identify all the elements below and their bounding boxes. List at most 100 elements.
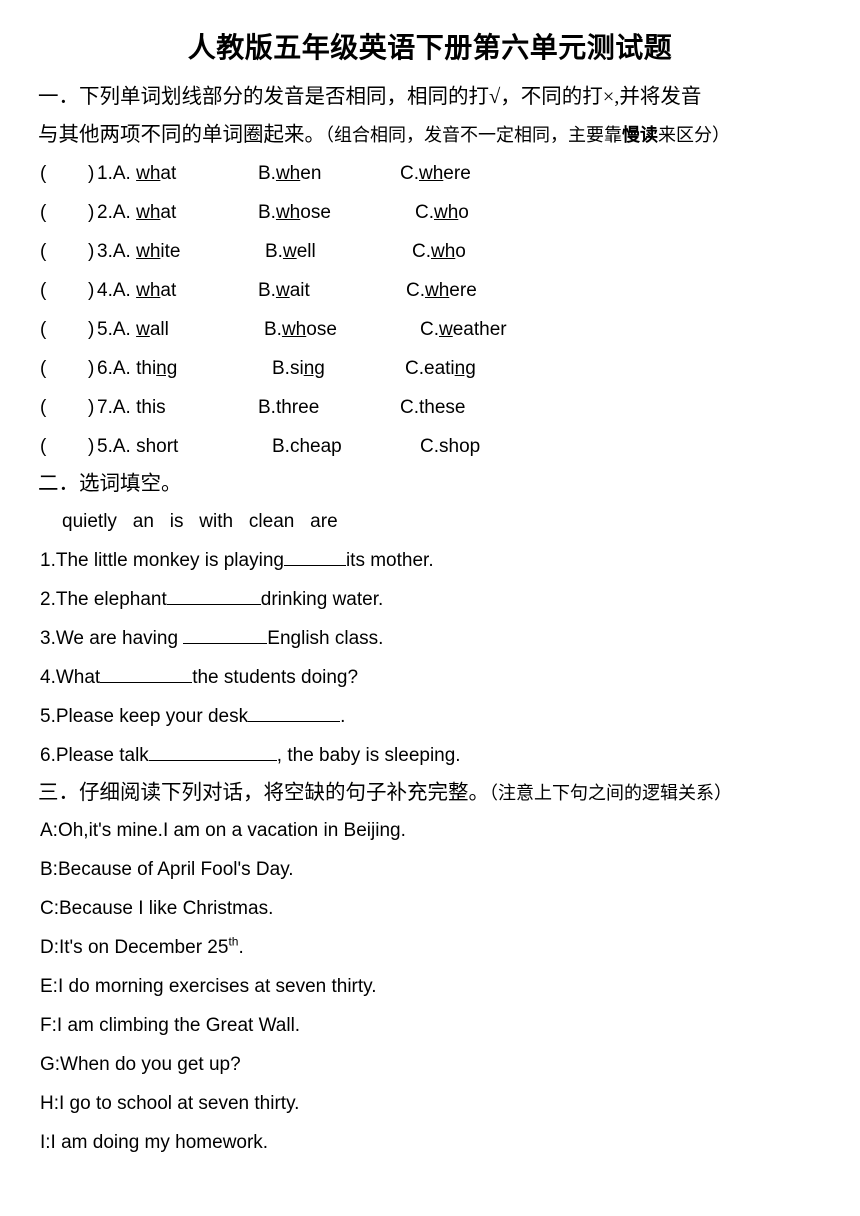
worksheet-page: 人教版五年级英语下册第六单元测试题 一．下列单词划线部分的发音是否相同，相同的打… (0, 0, 860, 1216)
phonics-question-list: () 1.A. what B.when C.where() 2.A. what B.who… (0, 154, 860, 466)
option-C[interactable]: C.shop (420, 427, 480, 466)
dialogue-text-tail: . (238, 936, 244, 958)
answer-bracket-close[interactable]: ) (88, 349, 94, 388)
option-word-tail: ere (443, 162, 471, 184)
sentence-after-blank: its mother. (345, 549, 434, 571)
fill-in-blank-row: 1.The little monkey is playing its mother… (0, 541, 860, 580)
answer-bracket-open[interactable]: ( (40, 427, 46, 466)
fill-in-blank-row: 4.What the students doing? (0, 658, 860, 697)
option-word-plain: these (419, 396, 466, 418)
option-word-underlined: wh (419, 162, 444, 184)
option-A[interactable]: 6.A. thing (97, 349, 177, 388)
answer-bracket-close[interactable]: ) (88, 310, 94, 349)
option-word-underlined: wh (136, 201, 161, 223)
option-word-tail: ose (300, 201, 331, 223)
answer-bracket-close[interactable]: ) (88, 232, 94, 271)
option-A[interactable]: 4.A. what (97, 271, 176, 310)
answer-bracket-close[interactable]: ) (88, 193, 94, 232)
option-label: B. (272, 357, 290, 379)
question-number: 3. (97, 240, 113, 262)
option-label: C. (405, 357, 424, 379)
answer-bracket-open[interactable]: ( (40, 271, 46, 310)
answer-bracket-open[interactable]: ( (40, 310, 46, 349)
fill-in-blank-row: 5.Please keep your desk. (0, 697, 860, 736)
option-C[interactable]: C.who (415, 193, 469, 232)
dialogue-line: B:Because of April Fool's Day. (0, 850, 860, 889)
option-A[interactable]: 7.A. this (97, 388, 166, 427)
option-label: A. (112, 435, 137, 457)
phonics-question-row: () 3.A. white B.well C.who (0, 232, 860, 271)
option-word-underlined: w (282, 240, 297, 262)
option-word-tail: en (300, 162, 322, 184)
answer-bracket-open[interactable]: ( (40, 154, 46, 193)
answer-bracket-open[interactable]: ( (40, 232, 46, 271)
option-C[interactable]: C.eating (405, 349, 476, 388)
option-word-tail: ere (449, 279, 477, 301)
sentence-after-blank: drinking water. (260, 588, 384, 610)
option-word-underlined: ng (454, 357, 476, 379)
phonics-question-row: () 5.A. short B.cheap C.shop (0, 427, 860, 466)
option-word-plain: eati (424, 357, 455, 379)
option-word-tail: all (149, 318, 169, 340)
option-label: A. (112, 201, 137, 223)
section-one-instruction-line2: 与其他两项不同的单词圈起来。（组合相同，发音不一定相同，主要靠慢读来区分） (38, 116, 834, 154)
answer-bracket-open[interactable]: ( (40, 388, 46, 427)
option-B[interactable]: B.three (258, 388, 319, 427)
answer-blank[interactable] (248, 705, 341, 722)
sentence-before-blank: 1.The little monkey is playing (40, 549, 284, 571)
option-C[interactable]: C.who (412, 232, 466, 271)
option-C[interactable]: C.where (400, 154, 471, 193)
option-word-plain: si (289, 357, 304, 379)
option-word-tail: at (160, 162, 177, 184)
option-A[interactable]: 5.A. wall (97, 310, 169, 349)
option-label: B. (272, 435, 290, 457)
option-B[interactable]: B.wait (258, 271, 310, 310)
option-word-underlined: w (275, 279, 290, 301)
option-A[interactable]: 2.A. what (97, 193, 176, 232)
question-number: 6. (97, 357, 113, 379)
answer-blank[interactable] (148, 744, 277, 761)
question-number: 4. (97, 279, 113, 301)
option-A[interactable]: 5.A. short (97, 427, 178, 466)
answer-bracket-close[interactable]: ) (88, 388, 94, 427)
answer-blank[interactable] (283, 549, 346, 566)
answer-bracket-close[interactable]: ) (88, 271, 94, 310)
answer-bracket-close[interactable]: ) (88, 427, 94, 466)
answer-bracket-open[interactable]: ( (40, 193, 46, 232)
dialogue-text: D:It's on December 25 (40, 936, 229, 958)
sentence-before-blank: 6.Please talk (40, 744, 149, 766)
option-C[interactable]: C.weather (420, 310, 507, 349)
option-B[interactable]: B.when (258, 154, 321, 193)
answer-blank[interactable] (166, 588, 261, 605)
option-word-underlined: wh (136, 279, 161, 301)
option-word-tail: eather (452, 318, 507, 340)
option-label: A. (112, 396, 137, 418)
phonics-question-row: () 6.A. thing B.sing C.eating (0, 349, 860, 388)
option-A[interactable]: 3.A. white (97, 232, 180, 271)
answer-bracket-open[interactable]: ( (40, 349, 46, 388)
sentence-before-blank: 3.We are having (40, 627, 184, 649)
dialogue-line: G:When do you get up? (0, 1045, 860, 1084)
answer-bracket-close[interactable]: ) (88, 154, 94, 193)
dialogue-line: H:I go to school at seven thirty. (0, 1084, 860, 1123)
option-B[interactable]: B.well (265, 232, 316, 271)
option-word-underlined: wh (136, 162, 161, 184)
option-C[interactable]: C.these (400, 388, 465, 427)
answer-blank[interactable] (183, 627, 268, 644)
sentence-after-blank: , the baby is sleeping. (276, 744, 461, 766)
dialogue-list: A:Oh,it's mine.I am on a vacation in Bei… (0, 811, 860, 1162)
option-A[interactable]: 1.A. what (97, 154, 176, 193)
option-B[interactable]: B.whose (258, 193, 331, 232)
option-word-tail: ose (306, 318, 337, 340)
answer-blank[interactable] (100, 666, 193, 683)
option-B[interactable]: B.sing (272, 349, 325, 388)
option-word-plain: this (136, 396, 166, 418)
option-label: B. (265, 240, 283, 262)
option-word-underlined: w (136, 318, 150, 340)
phonics-question-row: () 2.A. what B.whose C.who (0, 193, 860, 232)
option-word-underlined: wh (434, 201, 459, 223)
sentence-before-blank: 5.Please keep your desk (40, 705, 249, 727)
option-B[interactable]: B.whose (264, 310, 337, 349)
option-C[interactable]: C.where (406, 271, 477, 310)
option-B[interactable]: B.cheap (272, 427, 342, 466)
